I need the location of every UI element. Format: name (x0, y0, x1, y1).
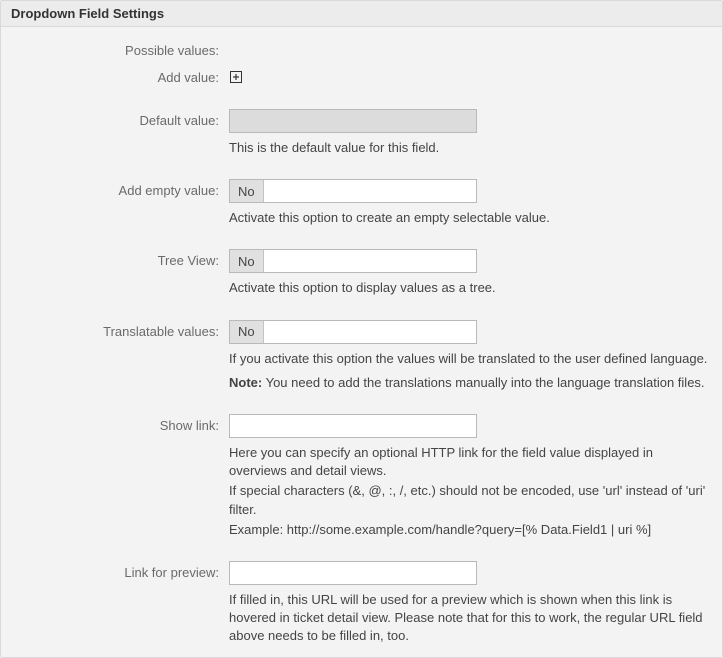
row-default-value: Default value: This is the default value… (11, 101, 712, 157)
row-show-link: Show link: Here you can specify an optio… (11, 406, 712, 539)
translatable-values-select[interactable]: No (229, 320, 477, 344)
help-add-empty-value: Activate this option to create an empty … (229, 209, 712, 227)
row-link-for-preview: Link for preview: If filled in, this URL… (11, 553, 712, 646)
help-tree-view: Activate this option to display values a… (229, 279, 712, 297)
row-add-value: Add value: (11, 58, 712, 87)
label-possible-values: Possible values: (11, 39, 221, 58)
help-show-link-2: If special characters (&, @, :, /, etc.)… (229, 482, 712, 518)
default-value-input (229, 109, 477, 133)
label-add-value: Add value: (11, 66, 221, 85)
translatable-values-selected: No (230, 321, 264, 343)
help-translatable-note: Note: You need to add the translations m… (229, 374, 712, 392)
add-empty-value-selected: No (230, 180, 264, 202)
help-default-value: This is the default value for this field… (229, 139, 712, 157)
note-label: Note: (229, 375, 262, 390)
row-translatable-values: Translatable values: No If you activate … (11, 312, 712, 392)
label-add-empty-value: Add empty value: (11, 179, 221, 198)
tree-view-selected: No (230, 250, 264, 272)
label-show-link: Show link: (11, 414, 221, 433)
label-tree-view: Tree View: (11, 249, 221, 268)
add-empty-value-select[interactable]: No (229, 179, 477, 203)
label-translatable-values: Translatable values: (11, 320, 221, 339)
note-text: You need to add the translations manuall… (262, 375, 704, 390)
help-link-for-preview: If filled in, this URL will be used for … (229, 591, 712, 646)
help-show-link-3: Example: http://some.example.com/handle?… (229, 521, 712, 539)
row-add-empty-value: Add empty value: No Activate this option… (11, 171, 712, 227)
help-translatable-values: If you activate this option the values w… (229, 350, 712, 368)
row-tree-view: Tree View: No Activate this option to di… (11, 241, 712, 297)
link-for-preview-input[interactable] (229, 561, 477, 585)
panel-title: Dropdown Field Settings (1, 1, 722, 27)
panel-body: Possible values: Add value: Default valu… (1, 27, 722, 657)
dropdown-settings-panel: Dropdown Field Settings Possible values:… (0, 0, 723, 658)
show-link-input[interactable] (229, 414, 477, 438)
tree-view-select[interactable]: No (229, 249, 477, 273)
label-link-for-preview: Link for preview: (11, 561, 221, 580)
label-default-value: Default value: (11, 109, 221, 128)
row-possible-values: Possible values: (11, 31, 712, 58)
add-value-icon[interactable] (229, 70, 243, 84)
help-show-link-1: Here you can specify an optional HTTP li… (229, 444, 712, 480)
